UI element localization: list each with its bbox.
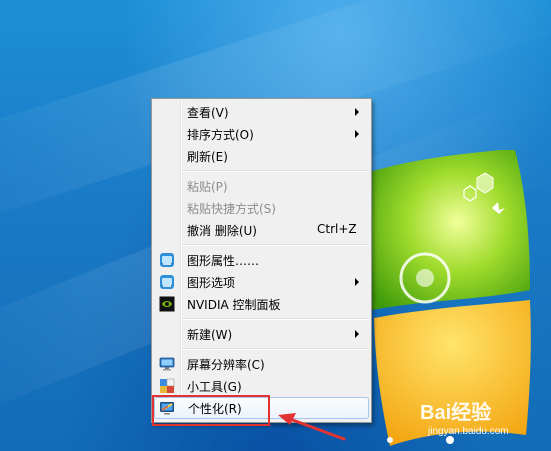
submenu-arrow-icon	[355, 278, 359, 286]
menu-item-graphics-properties[interactable]: 图形属性……	[154, 249, 369, 271]
menu-item-paste: 粘贴(P)	[154, 175, 369, 197]
gadgets-icon	[160, 378, 175, 393]
submenu-arrow-icon	[355, 330, 359, 338]
submenu-arrow-icon	[355, 130, 359, 138]
menu-item-label: 图形属性……	[187, 254, 260, 268]
intel-graphics-icon	[160, 253, 174, 267]
menu-item-label: 小工具(G)	[187, 380, 242, 394]
menu-item-new[interactable]: 新建(W)	[154, 323, 369, 345]
annotation-arrow	[278, 413, 346, 441]
menu-item-gadgets[interactable]: 小工具(G)	[154, 375, 369, 397]
menu-item-label: 查看(V)	[187, 106, 229, 120]
menu-item-graphics-options[interactable]: 图形选项	[154, 271, 369, 293]
menu-item-label: 粘贴快捷方式(S)	[187, 202, 276, 216]
menu-item-screen-resolution[interactable]: 屏幕分辨率(C)	[154, 353, 369, 375]
desktop-background[interactable]: 查看(V) 排序方式(O) 刷新(E) 粘贴(P) 粘贴快捷方式(S) 撤消 删…	[0, 0, 551, 451]
menu-item-sort-by[interactable]: 排序方式(O)	[154, 123, 369, 145]
menu-item-label: 新建(W)	[187, 328, 233, 342]
menu-separator	[182, 244, 368, 246]
menu-item-label: NVIDIA 控制面板	[187, 298, 281, 312]
menu-item-label: 粘贴(P)	[187, 180, 228, 194]
menu-separator	[182, 348, 368, 350]
desktop-context-menu: 查看(V) 排序方式(O) 刷新(E) 粘贴(P) 粘贴快捷方式(S) 撤消 删…	[151, 98, 372, 423]
menu-item-refresh[interactable]: 刷新(E)	[154, 145, 369, 167]
menu-item-label: 撤消 删除(U)	[187, 224, 257, 238]
menu-item-shortcut: Ctrl+Z	[317, 222, 357, 236]
menu-item-nvidia-control-panel[interactable]: NVIDIA 控制面板	[154, 293, 369, 315]
monitor-icon	[159, 357, 175, 371]
watermark-url: jingyan.baidu.com	[428, 426, 509, 437]
menu-separator	[182, 170, 368, 172]
submenu-arrow-icon	[355, 108, 359, 116]
menu-separator	[182, 318, 368, 320]
menu-item-label: 图形选项	[187, 276, 236, 290]
nvidia-icon	[159, 296, 175, 312]
menu-item-label: 排序方式(O)	[187, 128, 254, 142]
menu-item-label: 刷新(E)	[187, 150, 228, 164]
baidu-jingyan-watermark: Bai经验 jingyan.baidu.com	[418, 396, 548, 448]
menu-item-label: 屏幕分辨率(C)	[187, 358, 265, 372]
menu-item-undo-delete[interactable]: 撤消 删除(U) Ctrl+Z	[154, 219, 369, 241]
annotation-highlight-box	[152, 395, 270, 426]
menu-item-view[interactable]: 查看(V)	[154, 101, 369, 123]
menu-item-paste-shortcut: 粘贴快捷方式(S)	[154, 197, 369, 219]
intel-graphics-icon	[160, 275, 174, 289]
watermark-brand: Bai经验	[420, 402, 492, 424]
